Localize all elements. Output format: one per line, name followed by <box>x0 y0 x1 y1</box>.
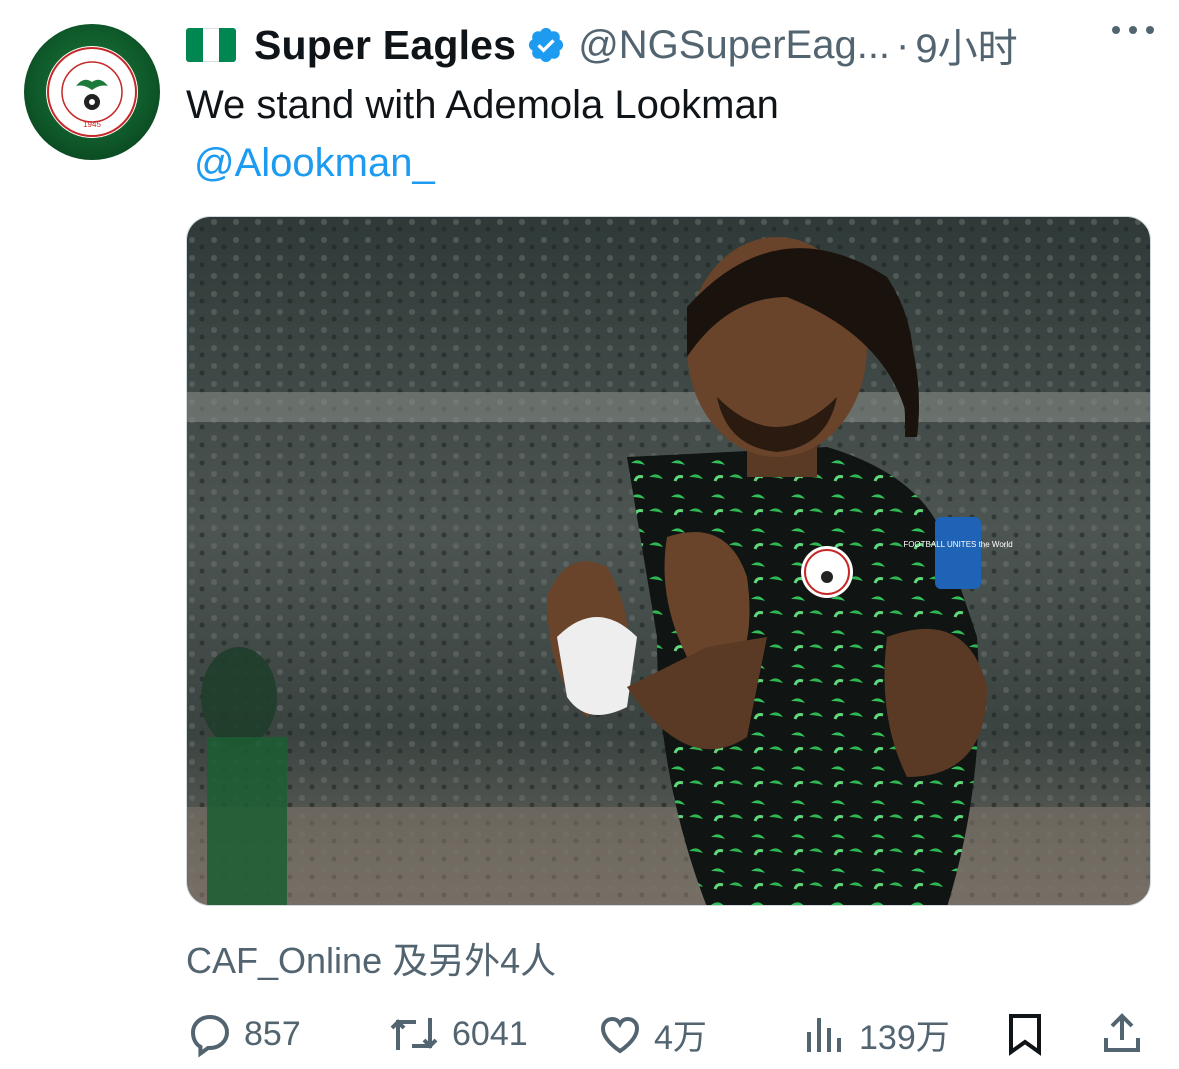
more-options-button[interactable] <box>1103 10 1163 50</box>
nigeria-flag-icon <box>186 28 236 62</box>
verified-badge-icon <box>529 27 564 63</box>
player-photo: FOOTBALL UNITES the World <box>187 217 1150 905</box>
separator-dot: · <box>896 22 910 67</box>
nff-logo-icon: 1945 <box>46 46 138 138</box>
repost-count: 6041 <box>452 1014 528 1053</box>
avatar[interactable]: 1945 <box>24 24 160 160</box>
views-button[interactable]: 139万 <box>801 1005 950 1063</box>
bookmark-button[interactable] <box>1001 1005 1059 1063</box>
repost-button[interactable]: 6041 <box>386 1005 528 1063</box>
timestamp[interactable]: 9小时 <box>915 16 1017 74</box>
views-chart-icon <box>807 1018 841 1052</box>
action-bar: 857 6041 4万 139万 <box>186 1005 1151 1063</box>
jersey-badge-text: FOOTBALL UNITES the World <box>903 540 1012 549</box>
bookmark-icon <box>1009 1014 1041 1056</box>
view-count: 139万 <box>859 1018 950 1057</box>
display-name[interactable]: Super Eagles <box>254 22 516 69</box>
reply-button[interactable]: 857 <box>186 1005 301 1063</box>
user-handle[interactable]: @NGSuperEag... <box>578 23 890 68</box>
like-button[interactable]: 4万 <box>596 1005 707 1063</box>
tweet-text: We stand with Ademola Lookman <box>186 83 779 127</box>
tweet-photo[interactable]: FOOTBALL UNITES the World <box>186 216 1151 906</box>
avatar-year: 1945 <box>83 120 101 129</box>
share-button[interactable] <box>1098 1005 1156 1063</box>
share-icon <box>1104 1013 1140 1052</box>
tagged-users-link[interactable]: CAF_Online 及另外4人 <box>186 932 556 984</box>
mention-link[interactable]: @Alookman_ <box>194 136 435 190</box>
heart-icon <box>600 1016 640 1054</box>
repost-icon <box>390 1018 438 1050</box>
tweet-header: Super Eagles @NGSuperEag... · 9小时 <box>186 18 1159 72</box>
reply-icon <box>190 1014 230 1058</box>
like-count: 4万 <box>654 1018 707 1057</box>
reply-count: 857 <box>244 1014 301 1053</box>
more-icon <box>1112 26 1154 34</box>
